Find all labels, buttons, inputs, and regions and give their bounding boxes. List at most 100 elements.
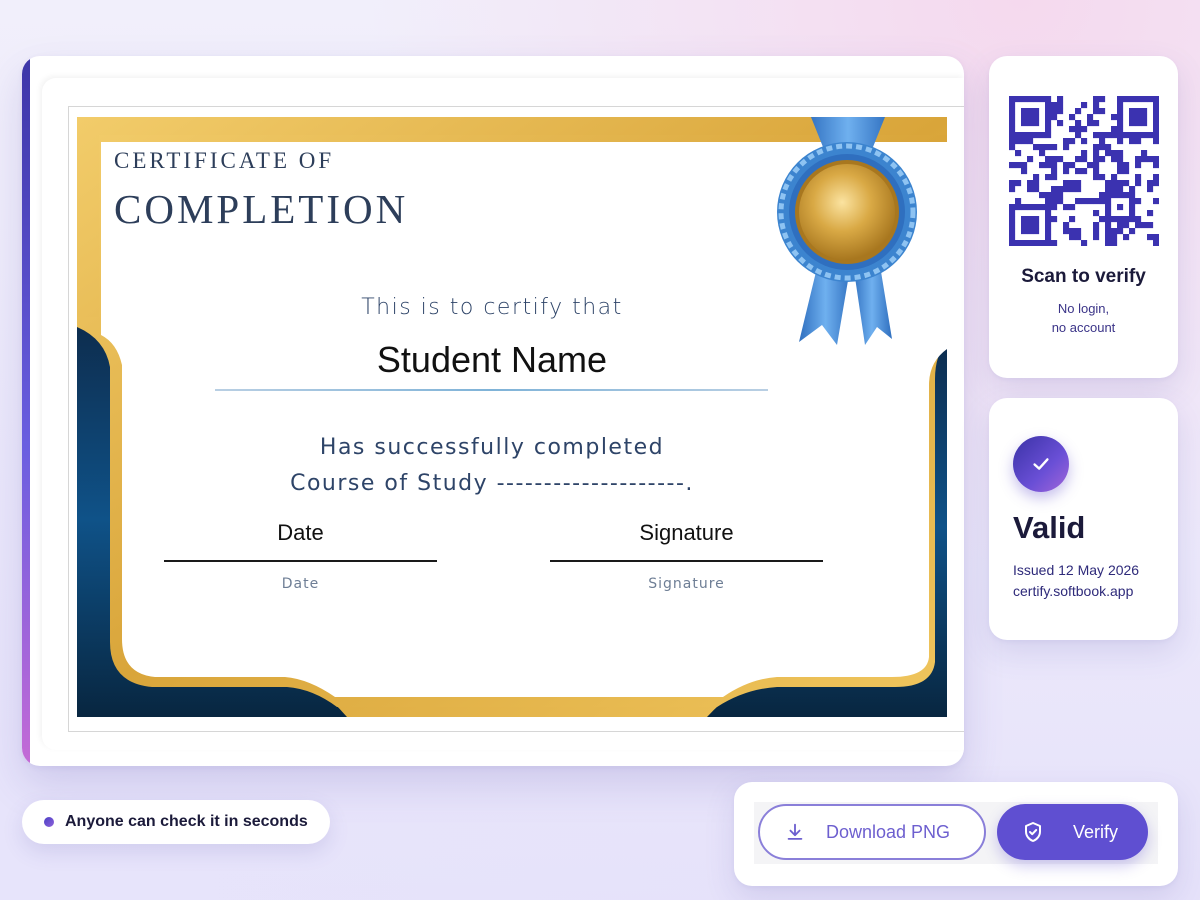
qr-module — [1045, 96, 1052, 103]
qr-module — [1093, 222, 1100, 229]
qr-module — [1009, 216, 1016, 223]
qr-module — [1153, 126, 1159, 133]
qr-module — [1009, 126, 1016, 133]
qr-module — [1027, 132, 1034, 139]
qr-module — [1075, 120, 1082, 127]
qr-module — [1141, 132, 1148, 139]
qr-module — [1021, 162, 1028, 169]
qr-module — [1117, 162, 1124, 169]
signature-block: Signature Signature — [550, 520, 823, 592]
qr-module — [1135, 114, 1142, 121]
qr-module — [1027, 204, 1034, 211]
qr-module — [1051, 174, 1058, 181]
qr-module — [1117, 186, 1124, 193]
qr-module — [1141, 156, 1148, 163]
qr-module — [1057, 192, 1064, 199]
qr-module — [1147, 96, 1154, 103]
validity-meta: Issued 12 May 2026 certify.softbook.app — [1013, 560, 1139, 602]
accent-bar — [22, 56, 30, 766]
qr-module — [1063, 138, 1070, 145]
qr-module — [1009, 210, 1016, 217]
qr-module — [1093, 198, 1100, 205]
qr-module — [1105, 210, 1112, 217]
qr-module — [1009, 114, 1016, 121]
qr-module — [1039, 192, 1046, 199]
qr-module — [1105, 192, 1112, 199]
qr-module — [1123, 162, 1130, 169]
qr-module — [1015, 96, 1022, 103]
qr-module — [1147, 186, 1154, 193]
qr-module — [1027, 114, 1034, 121]
name-underline — [215, 389, 768, 391]
qr-module — [1105, 180, 1112, 187]
qr-module — [1021, 240, 1028, 246]
qr-module — [1147, 180, 1154, 187]
qr-module — [1117, 138, 1124, 145]
download-png-button[interactable]: Download PNG — [758, 804, 986, 860]
qr-module — [1075, 108, 1082, 115]
qr-module — [1129, 216, 1136, 223]
qr-module — [1033, 216, 1040, 223]
qr-module — [1057, 186, 1064, 193]
qr-module — [1069, 114, 1076, 121]
qr-module — [1153, 162, 1159, 169]
qr-module — [1069, 234, 1076, 241]
qr-module — [1141, 120, 1148, 127]
qr-module — [1027, 186, 1034, 193]
qr-module — [1099, 144, 1106, 151]
qr-module — [1087, 198, 1094, 205]
qr-module — [1135, 222, 1142, 229]
qr-module — [1057, 198, 1064, 205]
issued-date: Issued 12 May 2026 — [1013, 562, 1140, 578]
qr-module — [1063, 222, 1070, 229]
qr-module — [1099, 174, 1106, 181]
qr-module — [1033, 120, 1040, 127]
qr-module — [1135, 156, 1142, 163]
qr-module — [1129, 198, 1136, 205]
qr-module — [1153, 240, 1159, 246]
qr-module — [1117, 96, 1124, 103]
qr-module — [1009, 240, 1016, 246]
qr-module — [1105, 186, 1112, 193]
qr-module — [1081, 138, 1088, 145]
qr-module — [1153, 120, 1159, 127]
qr-module — [1141, 222, 1148, 229]
qr-module — [1147, 132, 1154, 139]
qr-module — [1099, 132, 1106, 139]
qr-module — [1075, 228, 1082, 235]
qr-module — [1057, 102, 1064, 109]
qr-module — [1063, 186, 1070, 193]
qr-module — [1009, 120, 1016, 127]
qr-code[interactable] — [1009, 96, 1159, 246]
qr-module — [1153, 174, 1159, 181]
qr-module — [1027, 228, 1034, 235]
qr-module — [1021, 114, 1028, 121]
qr-module — [1105, 144, 1112, 151]
qr-module — [1123, 180, 1130, 187]
qr-module — [1111, 240, 1118, 246]
qr-module — [1015, 138, 1022, 145]
qr-module — [1099, 192, 1106, 199]
qr-module — [1075, 186, 1082, 193]
qr-module — [1153, 198, 1159, 205]
qr-module — [1075, 156, 1082, 163]
qr-module — [1135, 174, 1142, 181]
qr-module — [1015, 132, 1022, 139]
qr-module — [1051, 102, 1058, 109]
qr-module — [1141, 114, 1148, 121]
qr-module — [1015, 240, 1022, 246]
qr-module — [1117, 132, 1124, 139]
qr-module — [1087, 114, 1094, 121]
certificate-sheet: CERTIFICATE OF COMPLETION This is to cer… — [77, 117, 947, 717]
qr-module — [1045, 144, 1052, 151]
qr-module — [1123, 222, 1130, 229]
qr-module — [1153, 156, 1159, 163]
qr-module — [1129, 138, 1136, 145]
qr-module — [1135, 162, 1142, 169]
qr-module — [1105, 132, 1112, 139]
qr-module — [1039, 240, 1046, 246]
verify-button[interactable]: Verify — [997, 804, 1148, 860]
qr-module — [1009, 102, 1016, 109]
qr-module — [1045, 156, 1052, 163]
qr-module — [1033, 228, 1040, 235]
